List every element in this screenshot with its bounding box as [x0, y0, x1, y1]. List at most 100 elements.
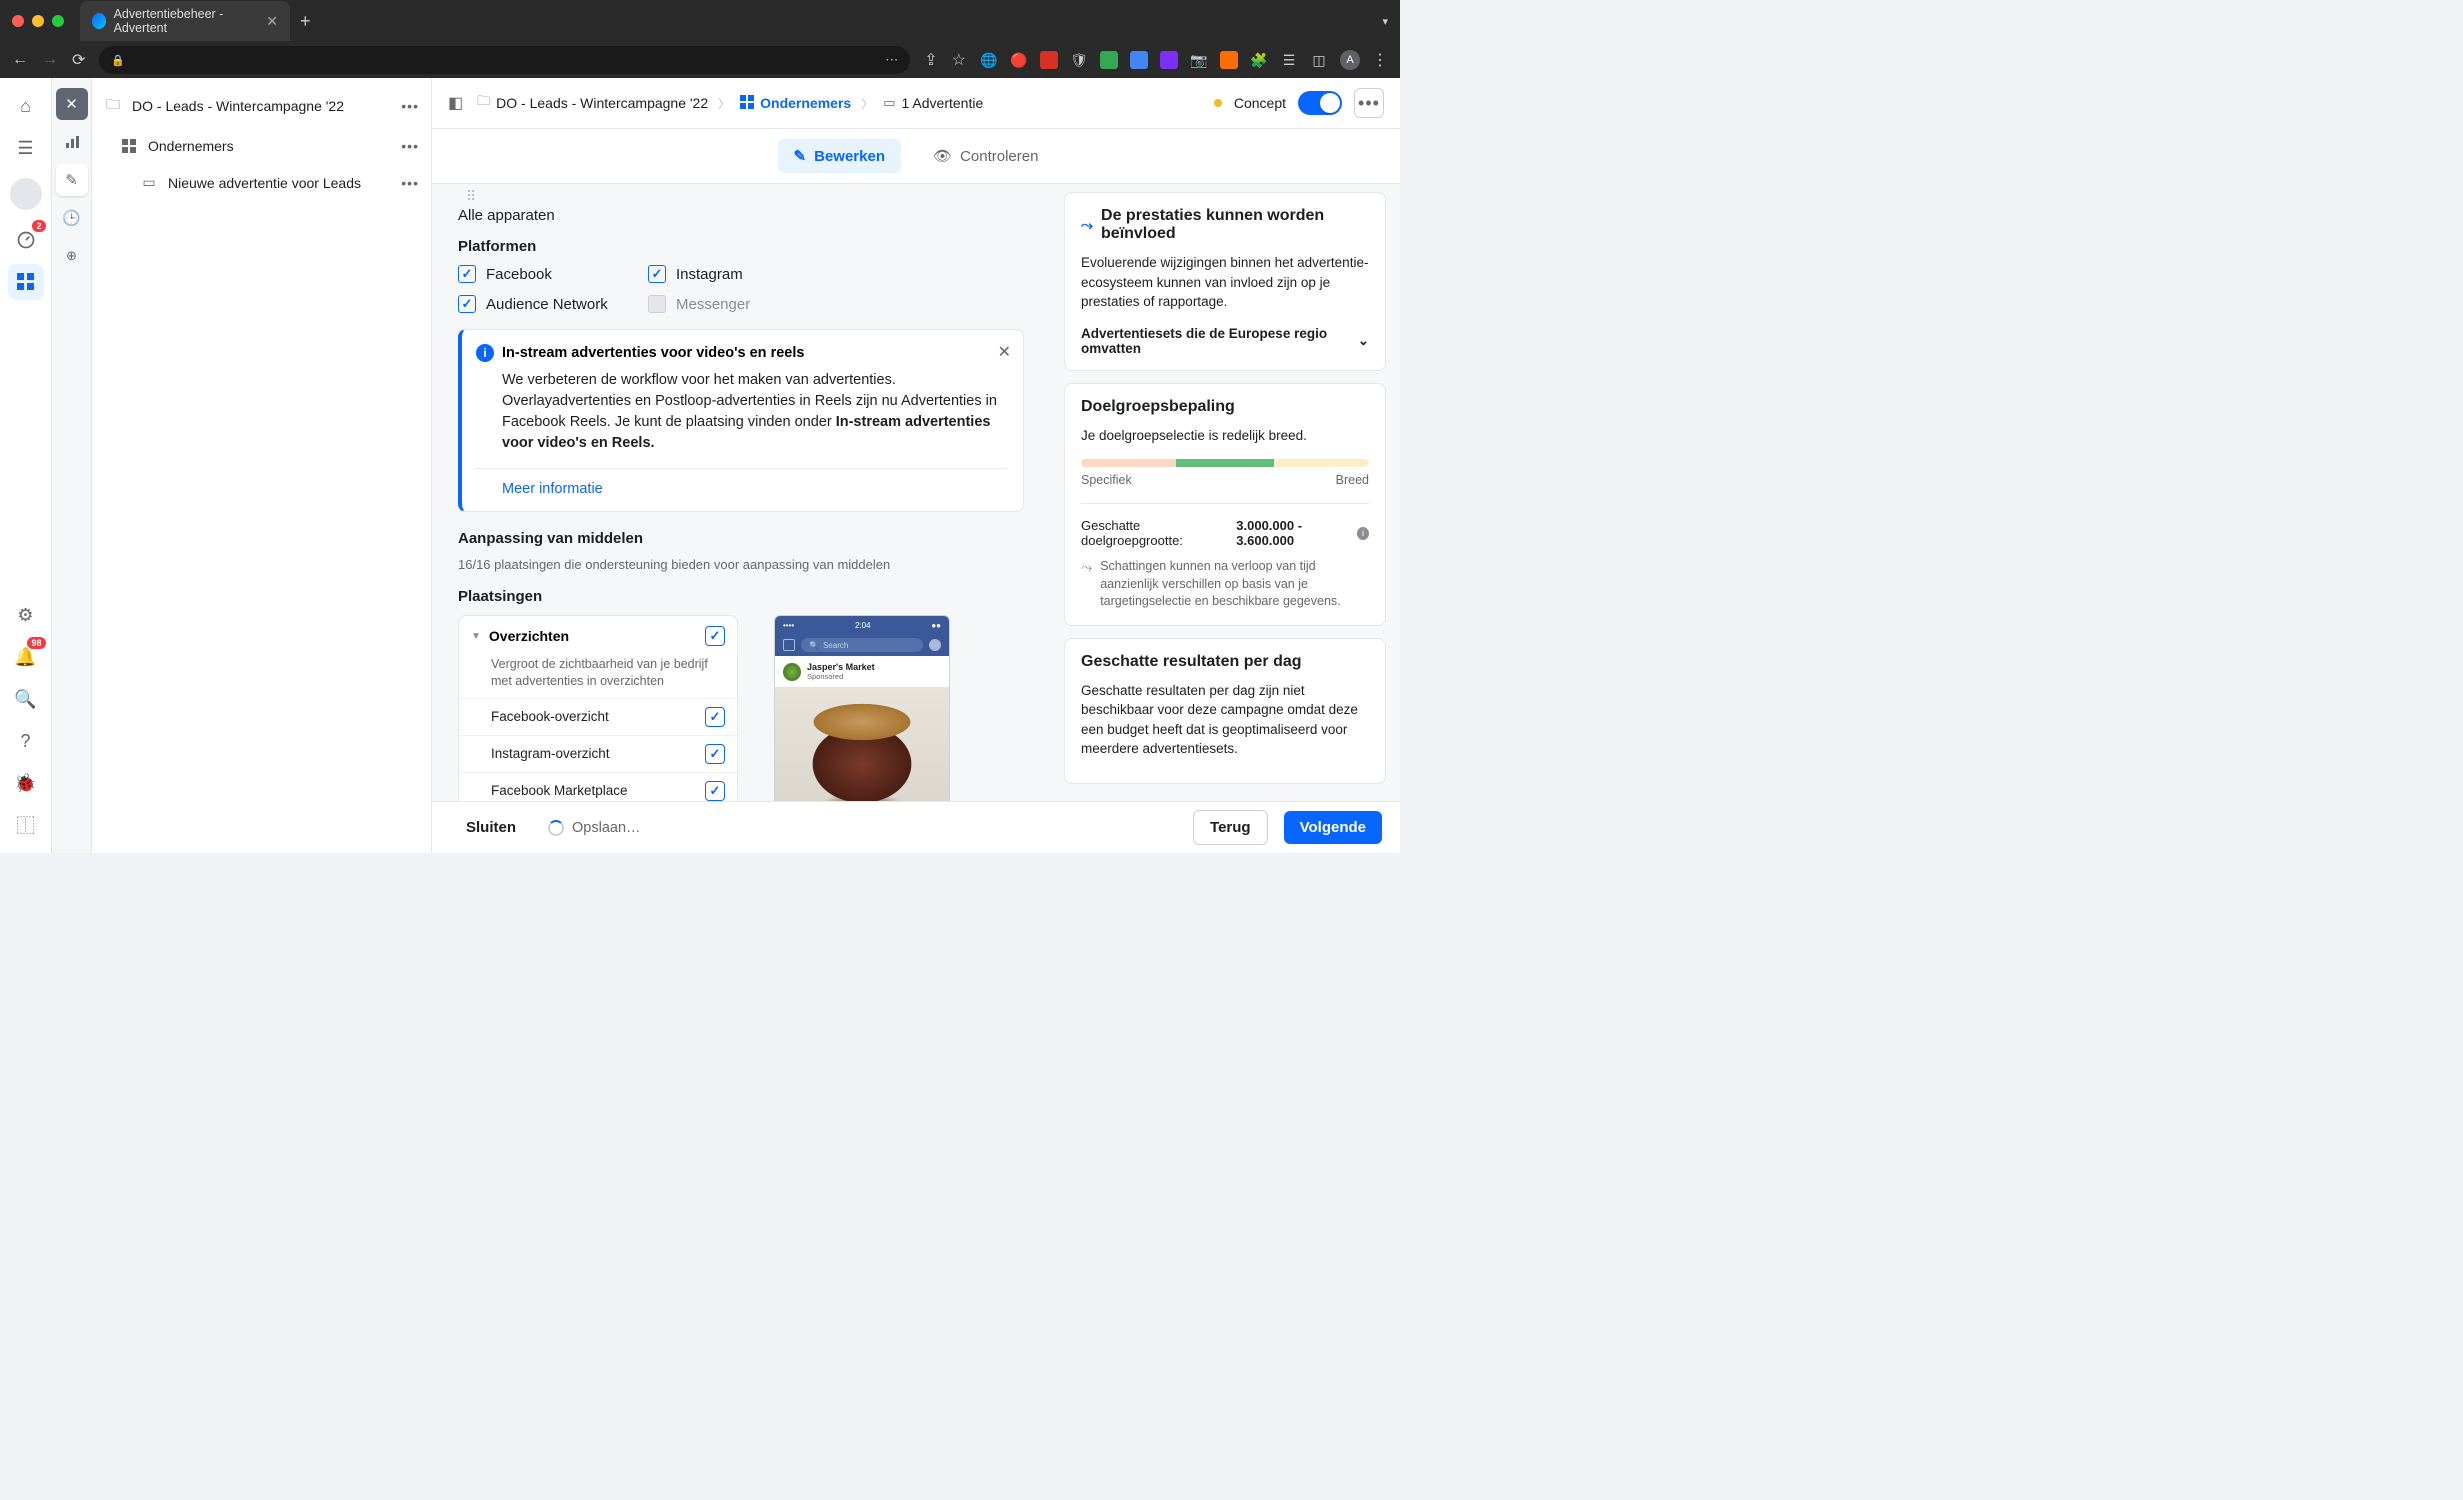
maximize-window[interactable] — [52, 15, 64, 27]
advertiser-name: Jasper's Market — [807, 662, 875, 672]
checkbox-facebook[interactable] — [458, 265, 476, 283]
breadcrumb-campaign[interactable]: 🗀 DO - Leads - Wintercampagne '22 — [477, 92, 708, 114]
preview-post-header: Jasper's Market Sponsored — [775, 656, 949, 687]
tab-review[interactable]: 👁 Controleren — [917, 139, 1054, 173]
sidepanel-icon[interactable]: ◫ — [1310, 51, 1328, 69]
more-icon[interactable]: ••• — [401, 138, 419, 154]
preview-creative-image — [775, 687, 949, 801]
close-window[interactable] — [12, 15, 24, 27]
browser-tab-strip: Advertentiebeheer - Advertent ✕ + ▾ — [0, 0, 1400, 42]
breadcrumb-ad[interactable]: ▭ 1 Advertentie — [883, 95, 983, 111]
editor-rail: ✕ ✎ 🕒 ⊕ — [52, 78, 92, 853]
back-button[interactable]: ← — [12, 51, 28, 69]
placement-item[interactable]: Instagram-overzicht — [459, 735, 737, 772]
adset-grid-icon — [740, 95, 754, 112]
edit-pencil-icon[interactable]: ✎ — [56, 164, 88, 196]
messenger-icon — [929, 639, 941, 651]
advertiser-avatar-icon — [783, 663, 801, 681]
sparkle-trend-icon: ⤳ — [1081, 217, 1093, 234]
tree-campaign-row[interactable]: 🗀 DO - Leads - Wintercampagne '22 ••• — [92, 84, 431, 128]
extension-icon[interactable] — [1160, 51, 1178, 69]
history-clock-icon[interactable]: 🕒 — [56, 202, 88, 234]
checkbox-placement[interactable] — [705, 781, 725, 801]
browser-tab[interactable]: Advertentiebeheer - Advertent ✕ — [80, 1, 290, 41]
placement-item[interactable]: Facebook Marketplace — [459, 772, 737, 801]
search-icon[interactable]: 🔍 — [8, 681, 44, 717]
collapse-caret-icon[interactable]: ▼ — [471, 631, 481, 642]
extension-icon[interactable] — [1040, 51, 1058, 69]
share-icon[interactable]: ⇪ — [924, 50, 937, 70]
ads-manager-grid-icon[interactable] — [8, 264, 44, 300]
adset-grid-icon — [120, 139, 138, 153]
more-actions-button[interactable]: ••• — [1354, 88, 1384, 118]
expand-eu-adsets[interactable]: Advertentiesets die de Europese regio om… — [1081, 322, 1369, 356]
placement-item[interactable]: Facebook-overzicht — [459, 698, 737, 735]
zoom-icon[interactable]: ⊕ — [56, 240, 88, 272]
extension-icon[interactable] — [1100, 51, 1118, 69]
close-icon[interactable]: ✕ — [998, 342, 1011, 362]
minimize-window[interactable] — [32, 15, 44, 27]
tab-review-label: Controleren — [960, 148, 1038, 165]
checkbox-audience-network[interactable] — [458, 295, 476, 313]
new-tab-button[interactable]: + — [300, 11, 311, 32]
gauge-icon[interactable]: 2 — [8, 222, 44, 258]
extension-icon[interactable]: 📷 — [1190, 51, 1208, 69]
chart-icon[interactable] — [56, 126, 88, 158]
toggle-side-panel-icon[interactable]: ◧ — [448, 93, 463, 113]
breadcrumb-adset[interactable]: Ondernemers — [740, 95, 851, 112]
extension-icon[interactable]: 🌐 — [980, 51, 998, 69]
pencil-icon: ✎ — [794, 147, 807, 165]
collapse-panel-icon[interactable]: ⿰ — [8, 807, 44, 843]
editor-footer: Sluiten Opslaan… Terug Volgende — [432, 801, 1400, 853]
tree-ad-row[interactable]: ▭ Nieuwe advertentie voor Leads ••• — [92, 164, 431, 201]
address-bar[interactable]: 🔒 ⋯ — [99, 46, 910, 74]
reload-button[interactable]: ⟳ — [72, 50, 85, 70]
account-avatar[interactable] — [10, 178, 42, 210]
chrome-menu-icon[interactable]: ⋮ — [1372, 50, 1388, 70]
placements-heading: Plaatsingen — [458, 588, 1024, 605]
profile-avatar[interactable]: A — [1340, 50, 1360, 70]
extension-icon[interactable] — [1220, 51, 1238, 69]
assets-subtitle: 16/16 plaatsingen die ondersteuning bied… — [458, 557, 1024, 572]
reading-list-icon[interactable]: ☰ — [1280, 51, 1298, 69]
extension-icon[interactable]: 🔴 — [1010, 51, 1028, 69]
spinner-icon — [548, 820, 564, 836]
more-icon[interactable]: ••• — [401, 98, 419, 114]
help-icon[interactable]: ? — [8, 723, 44, 759]
extension-icon[interactable]: 🛡 — [1070, 51, 1088, 69]
back-button[interactable]: Terug — [1193, 810, 1268, 845]
tree-ad-label: Nieuwe advertentie voor Leads — [168, 175, 361, 191]
placement-item-label: Facebook-overzicht — [491, 709, 609, 724]
info-learn-more-link[interactable]: Meer informatie — [476, 468, 1007, 497]
extensions-puzzle-icon[interactable]: 🧩 — [1250, 51, 1268, 69]
close-editor-icon[interactable]: ✕ — [56, 88, 88, 120]
tree-adset-row[interactable]: Ondernemers ••• — [92, 128, 431, 164]
audience-card: Doelgroepsbepaling Je doelgroepselectie … — [1064, 383, 1386, 626]
more-icon[interactable]: ••• — [401, 175, 419, 191]
saving-label: Opslaan… — [572, 820, 641, 836]
tab-overflow-icon[interactable]: ▾ — [1382, 15, 1388, 28]
forward-button[interactable]: → — [42, 51, 58, 69]
tab-edit[interactable]: ✎ Bewerken — [778, 139, 901, 173]
bug-icon[interactable]: 🐞 — [8, 765, 44, 801]
notifications-bell-icon[interactable]: 🔔98 — [8, 639, 44, 675]
checkbox-group-all[interactable] — [705, 626, 725, 646]
close-button[interactable]: Sluiten — [450, 811, 532, 844]
home-icon[interactable]: ⌂ — [8, 88, 44, 124]
info-icon[interactable]: i — [1357, 527, 1369, 540]
checkbox-placement[interactable] — [705, 707, 725, 727]
activate-toggle[interactable] — [1298, 91, 1342, 115]
notification-badge: 2 — [32, 220, 45, 232]
menu-icon[interactable]: ☰ — [8, 130, 44, 166]
checkbox-placement[interactable] — [705, 744, 725, 764]
omnibox-more-icon[interactable]: ⋯ — [885, 52, 898, 68]
next-button[interactable]: Volgende — [1284, 811, 1382, 844]
settings-gear-icon[interactable]: ⚙ — [8, 597, 44, 633]
placement-group-desc: Vergroot de zichtbaarheid van je bedrijf… — [459, 656, 737, 698]
drag-handle-icon[interactable]: ⠿ — [466, 188, 1024, 205]
checkbox-instagram[interactable] — [648, 265, 666, 283]
bookmark-icon[interactable]: ☆ — [952, 50, 966, 70]
expand-label: Advertentiesets die de Europese regio om… — [1081, 326, 1358, 356]
close-tab-icon[interactable]: ✕ — [266, 13, 278, 30]
extension-icon[interactable] — [1130, 51, 1148, 69]
